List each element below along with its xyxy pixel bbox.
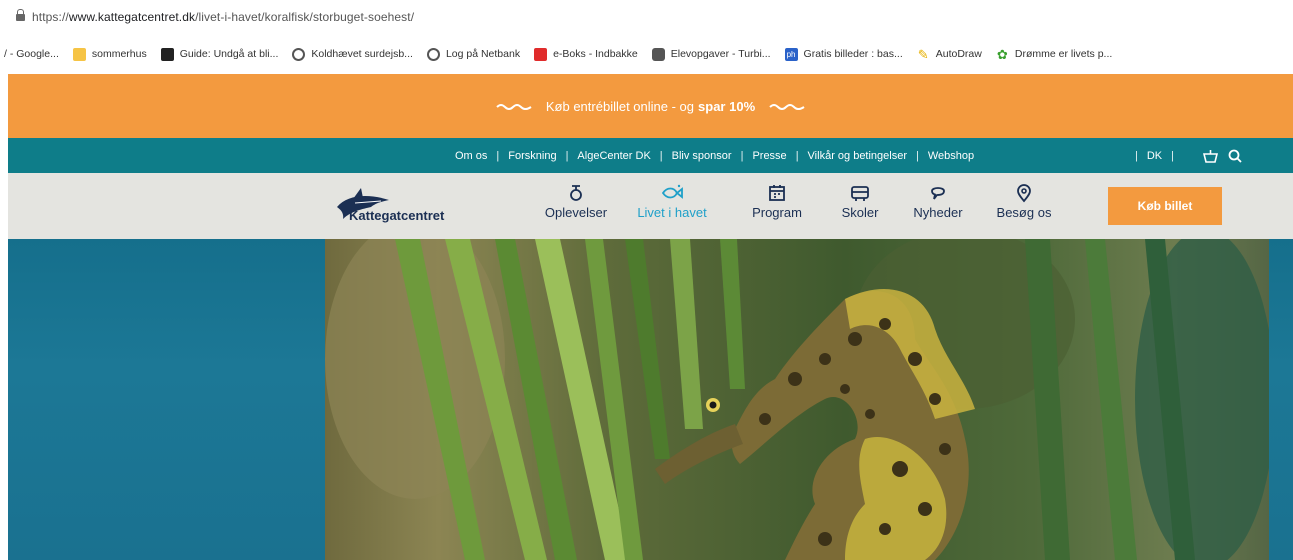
nav-oplevelser[interactable]: Oplevelser bbox=[531, 183, 621, 220]
pixabay-icon: ph bbox=[784, 47, 798, 61]
util-link-webshop[interactable]: Webshop bbox=[928, 150, 974, 162]
promo-text: Køb entrébillet online - og bbox=[545, 98, 695, 114]
nav-nyheder[interactable]: Nyheder bbox=[893, 183, 983, 220]
bookmark-surdej[interactable]: Koldhævet surdejsb... bbox=[292, 47, 413, 61]
plant-icon: ✿ bbox=[996, 46, 1008, 62]
promo-highlight: spar 10% bbox=[698, 98, 756, 114]
separator: | bbox=[795, 149, 799, 162]
bookmark-sommerhus[interactable]: sommerhus bbox=[72, 47, 147, 61]
promo-banner[interactable]: Køb entrébillet online - og spar 10% bbox=[8, 74, 1293, 138]
folder-icon bbox=[72, 47, 86, 61]
lock-icon bbox=[16, 9, 25, 23]
basket-icon[interactable] bbox=[1203, 149, 1218, 163]
util-link-presse[interactable]: Presse bbox=[752, 150, 786, 162]
util-link-algecenter[interactable]: AlgeCenter DK bbox=[577, 150, 650, 162]
bookmark-netbank[interactable]: Log på Netbank bbox=[426, 47, 520, 61]
seahorse-image bbox=[325, 239, 1269, 560]
util-link-om-os[interactable]: Om os bbox=[455, 150, 487, 162]
nav-skoler[interactable]: Skoler bbox=[815, 183, 905, 220]
hero-section bbox=[8, 239, 1293, 560]
bookmark-elevopgaver[interactable]: Elevopgaver - Turbi... bbox=[651, 47, 771, 61]
wave-icon bbox=[496, 104, 532, 110]
search-icon[interactable] bbox=[1228, 149, 1242, 163]
globe-icon bbox=[426, 47, 440, 61]
address-bar[interactable]: https://www.kattegatcentret.dk/livet-i-h… bbox=[0, 0, 1293, 34]
speech-bubble-icon bbox=[931, 187, 945, 200]
language-code: DK bbox=[1146, 149, 1163, 162]
location-pin-icon bbox=[1017, 184, 1031, 203]
experience-icon bbox=[570, 185, 582, 201]
logo-text: Kattegatcentret bbox=[349, 208, 445, 223]
bookmarks-bar: / - Google... sommerhus Guide: Undgå at … bbox=[0, 34, 1293, 74]
url-text[interactable]: https://www.kattegatcentret.dk/livet-i-h… bbox=[32, 10, 414, 24]
bookmark-guide[interactable]: Guide: Undgå at bli... bbox=[160, 47, 278, 61]
bookmark-autodraw[interactable]: ✎ AutoDraw bbox=[917, 48, 982, 61]
separator: | bbox=[916, 149, 919, 162]
pen-icon: ✎ bbox=[917, 46, 929, 62]
buy-ticket-button[interactable]: Køb billet bbox=[1108, 187, 1222, 225]
util-link-forskning[interactable]: Forskning bbox=[508, 150, 556, 162]
nav-program[interactable]: Program bbox=[732, 183, 822, 220]
fish-icon bbox=[661, 184, 683, 199]
site-logo[interactable]: Kattegatcentret bbox=[333, 185, 478, 229]
wave-icon bbox=[769, 104, 805, 110]
util-link-vilkaar[interactable]: Vilkår og betingelser bbox=[808, 150, 907, 162]
bookmark-eboks[interactable]: e-Boks - Indbakke bbox=[534, 47, 638, 61]
globe-icon bbox=[292, 47, 306, 61]
util-link-bliv-sponsor[interactable]: Bliv sponsor bbox=[672, 150, 732, 162]
utility-nav: Om os | Forskning | AlgeCenter DK | Bliv… bbox=[8, 138, 1293, 173]
nav-besoeg-os[interactable]: Besøg os bbox=[979, 183, 1069, 220]
bookmark-google[interactable]: / - Google... bbox=[4, 48, 59, 60]
separator: | bbox=[740, 149, 744, 162]
news-icon bbox=[160, 47, 174, 61]
nav-livet-i-havet[interactable]: Livet i havet bbox=[627, 183, 717, 220]
language-switcher[interactable]: | DK | bbox=[1126, 138, 1183, 173]
calendar-icon bbox=[769, 185, 785, 201]
binoculars-icon bbox=[651, 47, 665, 61]
bookmark-gratis-billeder[interactable]: ph Gratis billeder : bas... bbox=[784, 47, 903, 61]
separator: | bbox=[659, 149, 663, 162]
bus-icon bbox=[851, 186, 869, 201]
separator: | bbox=[496, 149, 500, 162]
eboks-icon bbox=[534, 47, 548, 61]
separator: | bbox=[565, 149, 569, 162]
seahorse-photo bbox=[325, 239, 1269, 560]
main-nav: Kattegatcentret Oplevelser Livet i havet… bbox=[8, 173, 1293, 239]
bookmark-droemme[interactable]: ✿ Drømme er livets p... bbox=[996, 48, 1112, 61]
